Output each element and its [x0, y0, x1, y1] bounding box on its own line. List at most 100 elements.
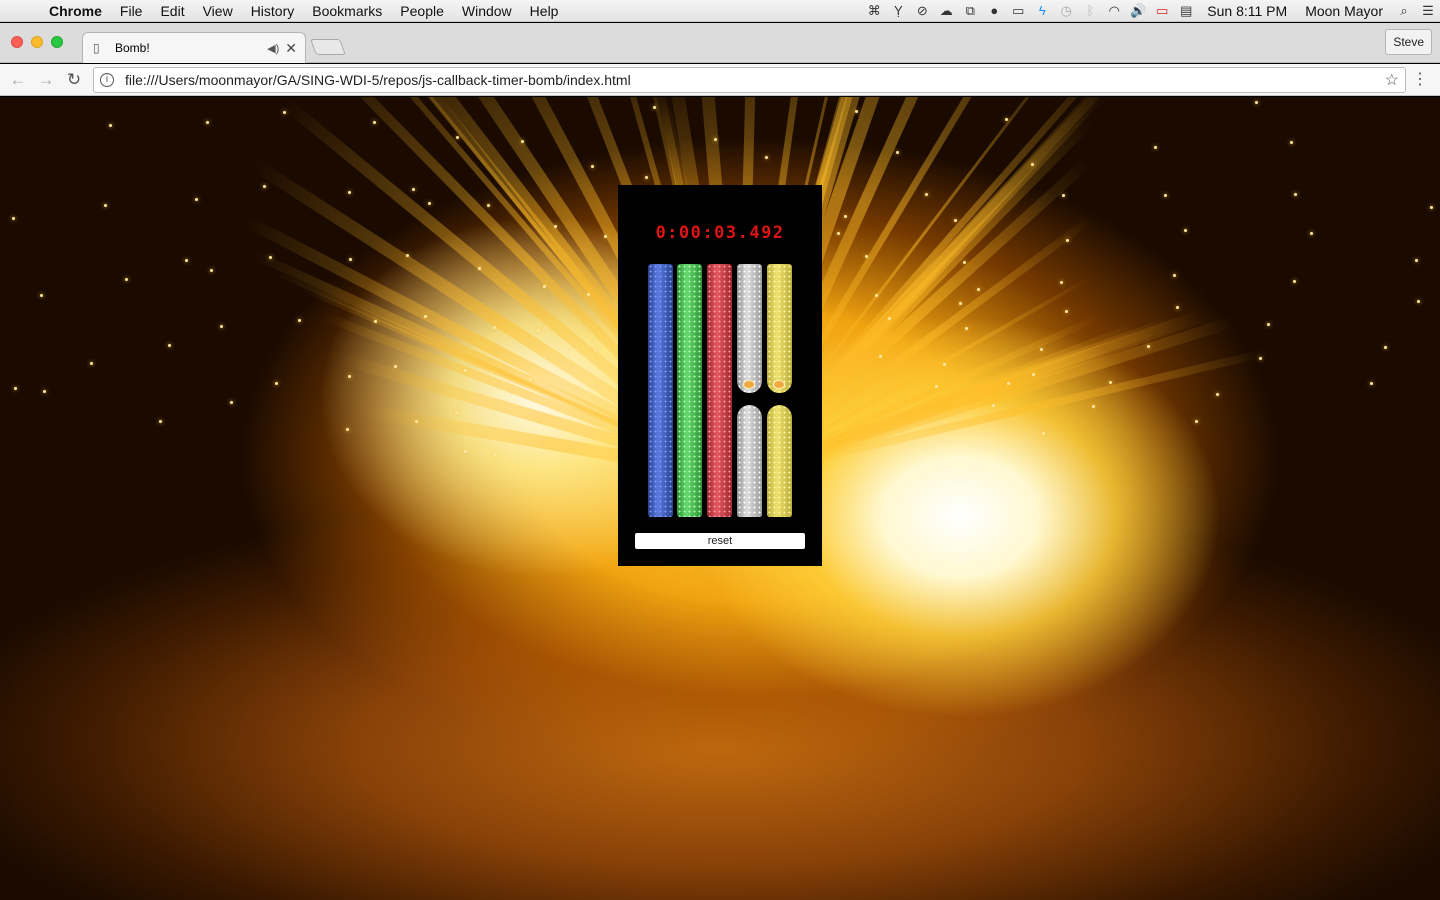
spark [427, 202, 431, 206]
volume-icon[interactable]: 🔊 [1126, 3, 1150, 19]
spark [1195, 420, 1199, 424]
new-tab-button[interactable] [310, 39, 346, 55]
keyboard-icon[interactable]: ⌘ [862, 3, 886, 19]
spark [104, 203, 108, 207]
bomb-panel: 0:00:03.492 reset [618, 185, 822, 566]
user-name[interactable]: Moon Mayor [1296, 3, 1392, 19]
spark [837, 231, 841, 235]
chrome-menu-icon[interactable]: ⋮ [1412, 69, 1428, 89]
clock[interactable]: Sun 8:11 PM [1198, 3, 1296, 19]
reload-icon[interactable]: ↻ [64, 70, 84, 90]
browser-toolbar: ← → ↻ i file:///Users/moonmayor/GA/SING-… [0, 64, 1440, 96]
spark [43, 390, 47, 394]
audio-playing-icon[interactable]: ◀) [267, 42, 279, 55]
back-icon[interactable]: ← [8, 70, 28, 90]
spark [590, 164, 594, 168]
menu-edit[interactable]: Edit [151, 0, 193, 22]
menu-history[interactable]: History [242, 0, 304, 22]
spark [645, 176, 649, 180]
spark [405, 253, 409, 257]
spark [209, 269, 213, 273]
spark [372, 120, 376, 124]
spark [943, 363, 947, 367]
spark [39, 294, 43, 298]
window-controls [11, 36, 63, 48]
minimize-window-button[interactable] [31, 36, 43, 48]
spark [1258, 356, 1262, 360]
spark [125, 278, 129, 282]
bolt-icon[interactable]: ϟ [1030, 3, 1054, 18]
spark [298, 319, 302, 323]
wire-white-bottom[interactable] [737, 405, 762, 517]
spark [11, 217, 15, 221]
document-icon: ▯ [93, 41, 100, 55]
url-text[interactable]: file:///Users/moonmayor/GA/SING-WDI-5/re… [125, 72, 631, 88]
copy-icon[interactable]: ⧉ [958, 3, 982, 19]
wire-white-top[interactable] [737, 264, 762, 393]
spark [493, 452, 497, 456]
spark [843, 215, 847, 219]
zoom-window-button[interactable] [51, 36, 63, 48]
countdown-timer: 0:00:03.492 [655, 223, 785, 243]
spark [345, 428, 349, 432]
spark [455, 135, 459, 139]
spark [765, 156, 769, 159]
spark [268, 255, 272, 259]
flag-icon[interactable]: ▤ [1174, 3, 1198, 19]
spark [1006, 381, 1010, 385]
notification-center-icon[interactable]: ☰ [1416, 3, 1440, 19]
network-tool-icon[interactable]: Ỵ [886, 3, 910, 18]
wifi-icon[interactable]: ◠ [1102, 3, 1126, 19]
info-icon[interactable]: i [100, 73, 114, 87]
spark [1172, 273, 1176, 277]
bookmark-star-icon[interactable]: ☆ [1385, 70, 1399, 90]
cloud-sync-icon[interactable]: ☁ [934, 3, 958, 19]
spotlight-icon[interactable]: ⌕ [1392, 3, 1416, 19]
menu-app-name[interactable]: Chrome [40, 0, 111, 22]
spark [879, 354, 883, 358]
time-machine-icon[interactable]: ◷ [1054, 3, 1078, 19]
menu-view[interactable]: View [194, 0, 242, 22]
spark [464, 449, 468, 453]
spark [976, 287, 980, 291]
spark [206, 120, 210, 124]
menu-window[interactable]: Window [453, 0, 521, 22]
spark [1289, 141, 1293, 145]
bluetooth-icon[interactable]: ᛒ [1078, 3, 1102, 18]
spark [423, 314, 427, 318]
wire-red[interactable] [707, 264, 732, 517]
spark [454, 410, 458, 414]
battery-icon[interactable]: ▭ [1150, 3, 1174, 19]
menu-bookmarks[interactable]: Bookmarks [303, 0, 391, 22]
tab-strip: ▯ Bomb! ◀) ✕ Steve [0, 23, 1440, 63]
wire-blue[interactable] [648, 264, 673, 517]
spark [463, 368, 467, 372]
reset-button[interactable]: reset [635, 533, 805, 549]
spark [1040, 347, 1044, 351]
menu-help[interactable]: Help [521, 0, 568, 22]
display-icon[interactable]: ▭ [1006, 3, 1030, 19]
spark [1154, 145, 1158, 149]
spark [158, 419, 162, 423]
spark [1293, 279, 1297, 283]
spark [282, 111, 286, 115]
spark [1092, 405, 1096, 409]
menu-people[interactable]: People [391, 0, 453, 22]
spark [168, 344, 172, 348]
address-bar[interactable]: i file:///Users/moonmayor/GA/SING-WDI-5/… [93, 67, 1406, 93]
spark [492, 325, 496, 329]
spark [652, 105, 656, 109]
wire-yellow-bottom[interactable] [767, 405, 792, 517]
spark [13, 386, 17, 390]
profile-button[interactable]: Steve [1385, 29, 1432, 55]
forward-icon[interactable]: → [36, 70, 56, 90]
wire-yellow-top[interactable] [767, 264, 792, 393]
creature-icon[interactable]: ● [982, 3, 1006, 18]
compass-icon[interactable]: ⊘ [910, 3, 934, 19]
tab-bomb[interactable]: ▯ Bomb! ◀) ✕ [82, 32, 306, 63]
close-window-button[interactable] [11, 36, 23, 48]
wire-core [773, 380, 785, 389]
menu-file[interactable]: File [111, 0, 152, 22]
wire-green[interactable] [677, 264, 702, 517]
close-tab-icon[interactable]: ✕ [285, 40, 297, 57]
